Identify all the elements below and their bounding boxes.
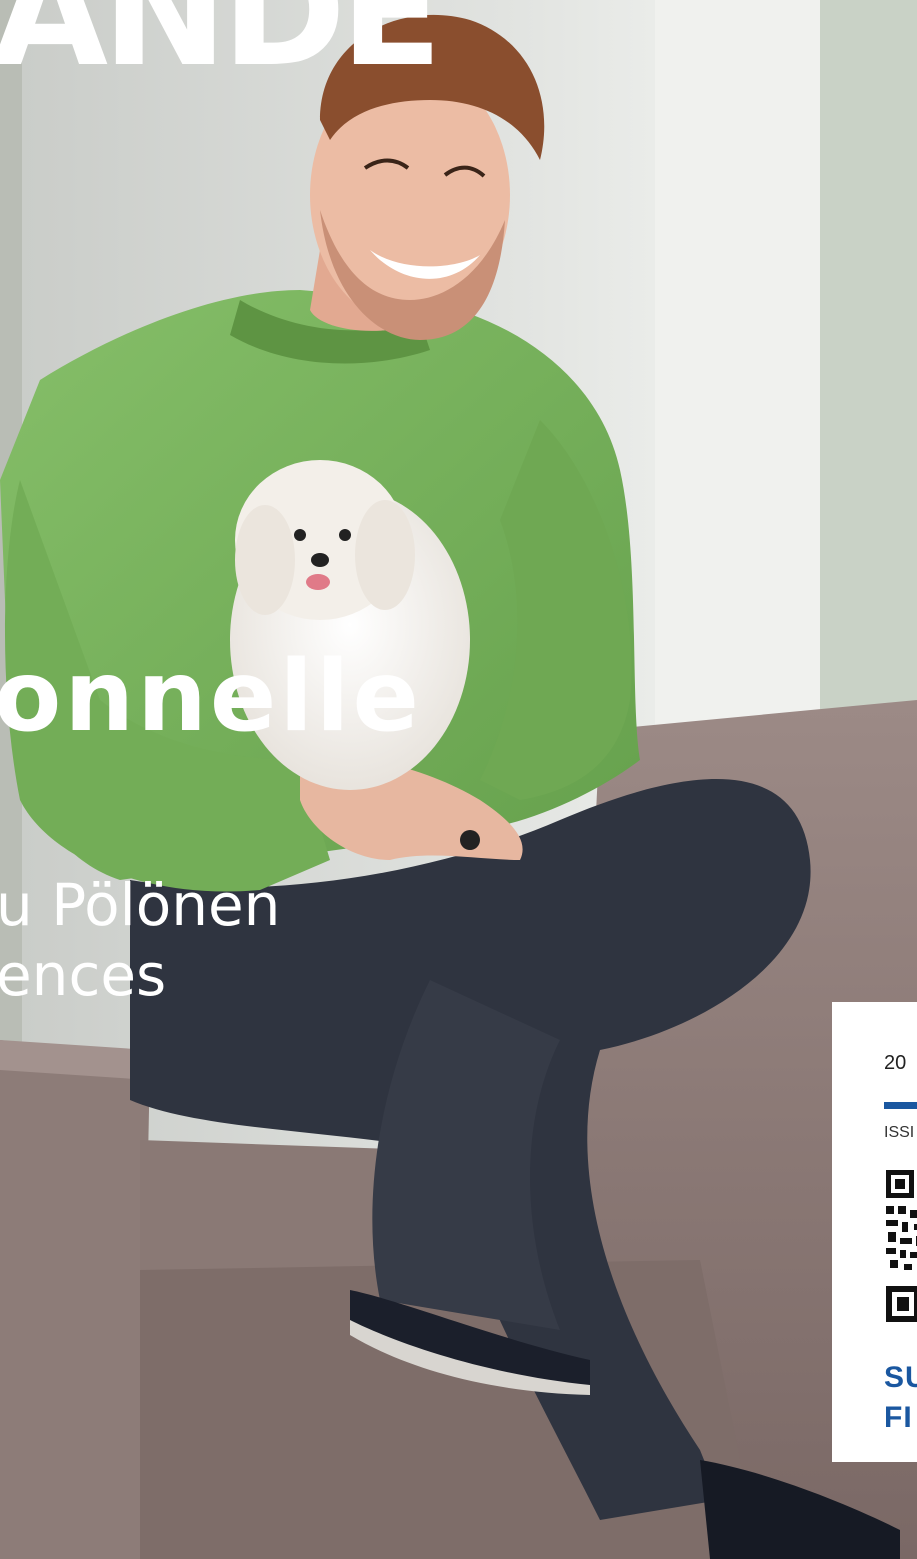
accent-rule [884,1102,917,1109]
cover-photo [0,0,917,1559]
brand-line-1: SU [884,1361,917,1394]
cover-subline-2: ences [0,941,167,1009]
magazine-masthead: ANDE [0,0,443,100]
cover-headline: onnelle [0,640,422,754]
issn-label: ISSI [884,1124,915,1141]
brand-wordmark: SU FI [884,1358,917,1438]
issue-year: 20 [884,1052,907,1074]
issue-info-box: 20 ISSI SU FI [832,1002,917,1462]
qr-code-icon [886,1170,917,1322]
brand-line-2: FI [884,1401,913,1434]
cover-subline-1: u Pölönen [0,871,281,939]
magazine-cover: ANDE onnelle u Pölönen ences 20 ISSI SU … [0,0,917,1559]
